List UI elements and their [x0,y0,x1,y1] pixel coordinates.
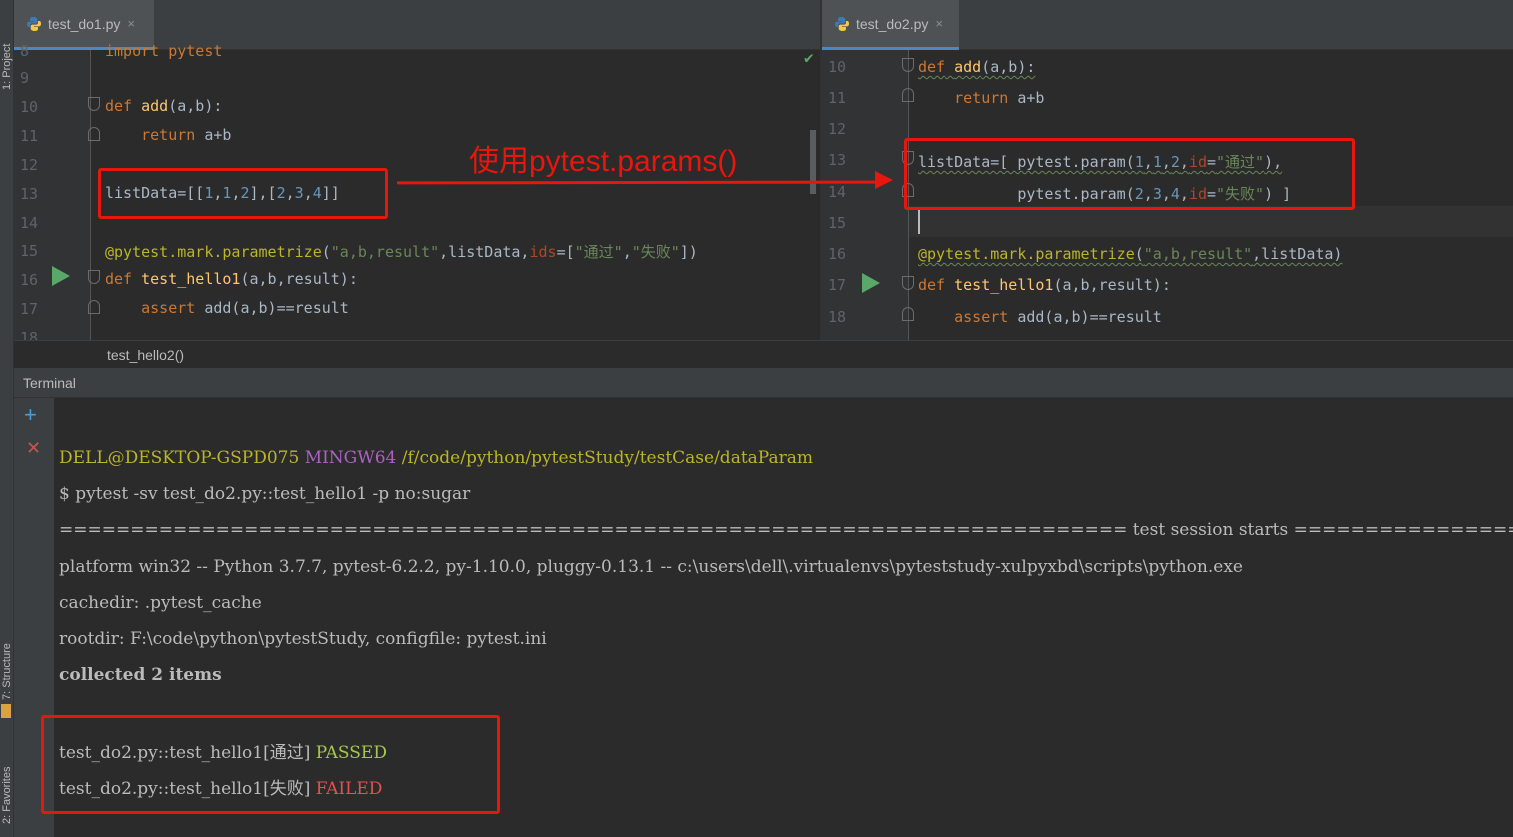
line-number: 17 [828,276,847,294]
code-line: @pytest.mark.parametrize("a,b,result",li… [918,245,1343,263]
breadcrumb-item[interactable]: test_hello2() [107,347,184,363]
structure-icon [1,704,11,718]
favorites-tool-button[interactable]: 2: Favorites [0,752,14,824]
fold-marker-icon[interactable] [88,127,100,141]
close-tab-icon[interactable]: × [935,16,943,31]
line-number: 12 [20,156,39,174]
fold-marker-icon[interactable] [902,58,914,72]
prompt-line: DELL@DESKTOP-GSPD075 MINGW64 /f/code/pyt… [59,448,813,468]
fold-marker-icon[interactable] [902,307,914,321]
run-test-icon[interactable] [52,266,70,286]
gutter-separator [90,50,91,340]
fold-marker-icon[interactable] [88,300,100,314]
rootdir-line: rootdir: F:\code\python\pytestStudy, con… [59,629,547,649]
vertical-scrollbar[interactable] [810,130,816,194]
platform-line: platform win32 -- Python 3.7.7, pytest-6… [59,557,1243,577]
line-number: 18 [828,308,847,326]
line-number: 15 [828,214,847,232]
close-session-icon[interactable]: ✕ [26,438,41,459]
line-number: 11 [828,89,847,107]
command-line: $ pytest -sv test_do2.py::test_hello1 -p… [59,484,471,504]
session-banner: ========================================… [59,520,1513,540]
cachedir-line: cachedir: .pytest_cache [59,593,262,613]
line-number: 15 [20,242,39,260]
code-line: def add(a,b): [105,97,223,115]
tab-label: test_do1.py [48,15,121,32]
current-line-highlight [909,206,1513,237]
right-tab-bar: test_do2.py × [822,0,1513,50]
line-number: 14 [20,214,39,232]
arrowhead-icon [875,171,893,189]
line-number: 16 [828,245,847,263]
terminal-header: Terminal [14,368,1513,398]
breadcrumb[interactable]: test_hello2() [14,340,1513,368]
fold-marker-icon[interactable] [88,270,100,284]
code-line: @pytest.mark.parametrize("a,b,result",li… [105,243,698,261]
fold-marker-icon[interactable] [902,88,914,102]
terminal-title: Terminal [23,375,76,391]
tab-test-do2[interactable]: test_do2.py × [822,0,959,50]
python-file-icon [27,16,41,31]
new-session-icon[interactable]: + [24,404,37,426]
line-number: 8 [20,42,30,60]
line-number: 12 [828,120,847,138]
check-icon: ✔ [804,48,814,67]
fold-marker-icon[interactable] [902,276,914,290]
right-highlight-box [904,138,1355,210]
line-number: 9 [20,69,30,87]
line-number: 18 [20,329,39,340]
code-line: def test_hello1(a,b,result): [105,270,358,288]
code-line: def add(a,b): [918,58,1036,76]
tab-label: test_do2.py [856,15,929,32]
line-number: 10 [20,98,39,116]
code-line: assert add(a,b)==result [954,308,1162,326]
left-highlight-box [98,168,388,219]
fold-marker-icon[interactable] [88,97,100,111]
code-line: import pytest [105,42,223,60]
structure-tool-button[interactable]: 7: Structure [0,628,14,700]
code-line: assert add(a,b)==result [141,299,349,317]
run-test-icon[interactable] [862,273,880,293]
line-number: 17 [20,300,39,318]
line-number: 13 [828,151,847,169]
line-number: 10 [828,58,847,76]
line-number: 16 [20,271,39,289]
line-number: 11 [20,127,39,145]
results-highlight-box [41,715,500,814]
code-line: return a+b [141,126,232,144]
project-tool-button[interactable]: 1: Project [0,4,14,90]
python-file-icon [835,16,849,31]
code-line: def test_hello1(a,b,result): [918,276,1171,294]
close-tab-icon[interactable]: × [127,16,135,31]
text-caret [918,210,920,234]
line-number: 14 [828,183,847,201]
code-line: return a+b [954,89,1045,107]
annotation-label: 使用pytest.params() [469,145,738,178]
line-number: 13 [20,185,39,203]
tool-stripe: 1: Project 7: Structure 2: Favorites [0,0,14,837]
collected-line: collected 2 items [59,665,222,685]
